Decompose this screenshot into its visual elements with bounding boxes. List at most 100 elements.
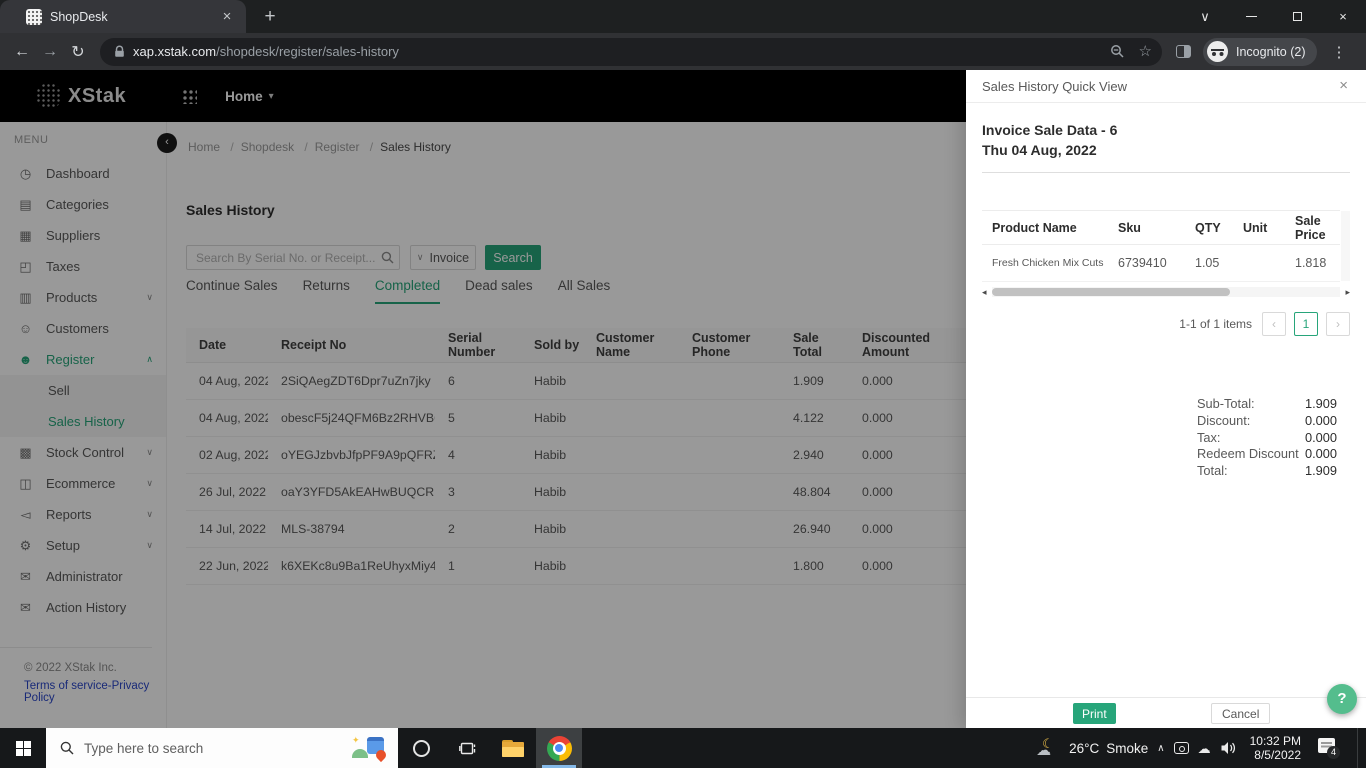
invoice-table-row: Fresh Chicken Mix Cuts 6739410 1.05 1.81… bbox=[982, 245, 1340, 282]
task-view-icon bbox=[459, 741, 476, 756]
total-row: Discount: 0.000 bbox=[1197, 413, 1337, 430]
lock-icon bbox=[114, 45, 125, 58]
minimize-button[interactable] bbox=[1228, 0, 1274, 33]
total-value: 0.000 bbox=[1305, 446, 1337, 463]
invoice-table-header-cell: Sku bbox=[1108, 211, 1185, 245]
show-desktop-button[interactable] bbox=[1357, 728, 1362, 768]
start-button[interactable] bbox=[0, 728, 46, 768]
invoice-items-table: Product NameSkuQTYUnitSale Price Fresh C… bbox=[982, 210, 1340, 282]
invoice-table-body: Fresh Chicken Mix Cuts 6739410 1.05 1.81… bbox=[982, 245, 1340, 282]
tray-expand-icon[interactable]: ∧ bbox=[1157, 743, 1164, 754]
taskbar-search-box[interactable]: ✦ bbox=[46, 728, 398, 768]
drawer-title: Sales History Quick View bbox=[982, 79, 1127, 94]
window-controls: ∨ × bbox=[1182, 0, 1366, 33]
total-value: 1.909 bbox=[1305, 396, 1337, 413]
print-button[interactable]: Print bbox=[1073, 703, 1116, 724]
tab-search-icon[interactable]: ∨ bbox=[1182, 0, 1228, 33]
invoice-totals: Sub-Total: 1.909 Discount: 0.000 Tax: 0.… bbox=[1197, 396, 1337, 480]
tab-title: ShopDesk bbox=[50, 10, 218, 24]
zoom-icon[interactable] bbox=[1110, 44, 1125, 59]
incognito-label: Incognito (2) bbox=[1236, 45, 1305, 59]
vertical-scrollbar[interactable] bbox=[1341, 211, 1350, 281]
scroll-right-icon[interactable]: ▸ bbox=[1340, 288, 1350, 297]
notification-center-button[interactable]: 4 bbox=[1316, 737, 1340, 759]
drawer-header: Sales History Quick View × bbox=[966, 70, 1366, 103]
drawer-footer: Print Cancel bbox=[966, 697, 1366, 728]
notification-badge: 4 bbox=[1327, 746, 1340, 759]
taskbar-search-input[interactable] bbox=[84, 741, 352, 756]
volume-icon[interactable] bbox=[1220, 741, 1237, 755]
taskbar-clock[interactable]: 10:32 PM 8/5/2022 bbox=[1250, 734, 1301, 762]
address-bar[interactable]: xap.xstak.com/shopdesk/register/sales-hi… bbox=[100, 38, 1162, 66]
scroll-left-icon[interactable]: ◂ bbox=[982, 288, 992, 297]
total-row: Tax: 0.000 bbox=[1197, 430, 1337, 447]
page-1-button[interactable]: 1 bbox=[1294, 312, 1318, 336]
screen: ShopDesk × + ∨ × ← → ↻ xap.xstak.com/sho… bbox=[0, 0, 1366, 768]
browser-titlebar: ShopDesk × + ∨ × bbox=[0, 0, 1366, 33]
invoice-table-header-cell: Sale Price bbox=[1285, 211, 1340, 245]
windows-taskbar: ✦ ☾ ☁ 26°C Smoke ∧ ☁ bbox=[0, 728, 1366, 768]
browser-menu-icon[interactable]: ⋮ bbox=[1331, 43, 1346, 61]
next-page-button[interactable]: › bbox=[1326, 312, 1350, 336]
total-row: Sub-Total: 1.909 bbox=[1197, 396, 1337, 413]
invoice-table-header-row: Product NameSkuQTYUnitSale Price bbox=[982, 211, 1340, 245]
total-row: Redeem Discount 0.000 bbox=[1197, 446, 1337, 463]
side-panel-icon[interactable] bbox=[1176, 45, 1191, 58]
invoice-table-header-cell: Product Name bbox=[982, 211, 1108, 245]
clock-date: 8/5/2022 bbox=[1254, 748, 1301, 762]
modal-dim-overlay[interactable] bbox=[0, 70, 966, 728]
scrollbar-thumb[interactable] bbox=[992, 288, 1230, 296]
total-value: 0.000 bbox=[1305, 430, 1337, 447]
pagination-summary: 1-1 of 1 items bbox=[1179, 317, 1252, 331]
quick-view-drawer: Sales History Quick View × Invoice Sale … bbox=[966, 70, 1366, 728]
search-highlight-icon[interactable]: ✦ bbox=[352, 735, 388, 761]
meet-now-icon[interactable] bbox=[1174, 742, 1189, 754]
sparkle-icon: ✦ bbox=[352, 735, 360, 746]
maximize-button[interactable] bbox=[1274, 0, 1320, 33]
invoice-date: Thu 04 Aug, 2022 bbox=[982, 142, 1097, 158]
tab-close-icon[interactable]: × bbox=[218, 8, 236, 26]
search-icon bbox=[60, 741, 74, 755]
chrome-icon bbox=[547, 736, 572, 761]
cortana-icon bbox=[413, 740, 430, 757]
forward-icon[interactable]: → bbox=[36, 43, 64, 61]
bookmark-star-icon[interactable]: ☆ bbox=[1139, 44, 1152, 59]
browser-tab[interactable]: ShopDesk × bbox=[0, 0, 246, 33]
task-view-button[interactable] bbox=[444, 728, 490, 768]
cell-sku: 6739410 bbox=[1108, 245, 1185, 282]
total-value: 1.909 bbox=[1305, 463, 1337, 480]
invoice-items-table-wrap: Product NameSkuQTYUnitSale Price Fresh C… bbox=[982, 210, 1350, 282]
total-label: Redeem Discount bbox=[1197, 446, 1299, 463]
file-explorer-button[interactable] bbox=[490, 728, 536, 768]
folder-icon bbox=[502, 740, 524, 757]
total-label: Total: bbox=[1197, 463, 1228, 480]
scrollbar-track[interactable] bbox=[992, 287, 1340, 297]
help-button[interactable]: ? bbox=[1327, 684, 1357, 714]
total-label: Sub-Total: bbox=[1197, 396, 1255, 413]
total-row: Total: 1.909 bbox=[1197, 463, 1337, 480]
system-tray: ☾ ☁ 26°C Smoke ∧ ☁ 10:32 PM 8/5/2022 4 bbox=[1036, 728, 1362, 768]
cancel-button[interactable]: Cancel bbox=[1211, 703, 1270, 724]
back-icon[interactable]: ← bbox=[8, 43, 36, 61]
horizontal-scrollbar[interactable]: ◂ ▸ bbox=[982, 286, 1350, 298]
close-button[interactable]: × bbox=[1320, 0, 1366, 33]
cell-unit bbox=[1233, 245, 1285, 282]
divider bbox=[982, 172, 1350, 173]
prev-page-button[interactable]: ‹ bbox=[1262, 312, 1286, 336]
invoice-table-header-cell: QTY bbox=[1185, 211, 1233, 245]
clock-time: 10:32 PM bbox=[1250, 734, 1301, 748]
chrome-taskbar-button[interactable] bbox=[536, 728, 582, 768]
hill-icon bbox=[352, 749, 368, 758]
incognito-badge[interactable]: Incognito (2) bbox=[1203, 38, 1317, 66]
close-icon[interactable]: × bbox=[1339, 77, 1348, 94]
weather-temp[interactable]: 26°C bbox=[1069, 741, 1099, 756]
cell-product-name: Fresh Chicken Mix Cuts bbox=[982, 245, 1108, 282]
weather-condition[interactable]: Smoke bbox=[1106, 741, 1148, 756]
url-host: xap.xstak.com bbox=[133, 44, 216, 59]
weather-icon[interactable]: ☾ ☁ bbox=[1036, 738, 1060, 758]
cortana-button[interactable] bbox=[398, 728, 444, 768]
browser-toolbar: ← → ↻ xap.xstak.com/shopdesk/register/sa… bbox=[0, 33, 1366, 70]
reload-icon[interactable]: ↻ bbox=[64, 42, 92, 62]
onedrive-cloud-icon[interactable]: ☁ bbox=[1198, 742, 1211, 755]
new-tab-button[interactable]: + bbox=[258, 5, 282, 29]
